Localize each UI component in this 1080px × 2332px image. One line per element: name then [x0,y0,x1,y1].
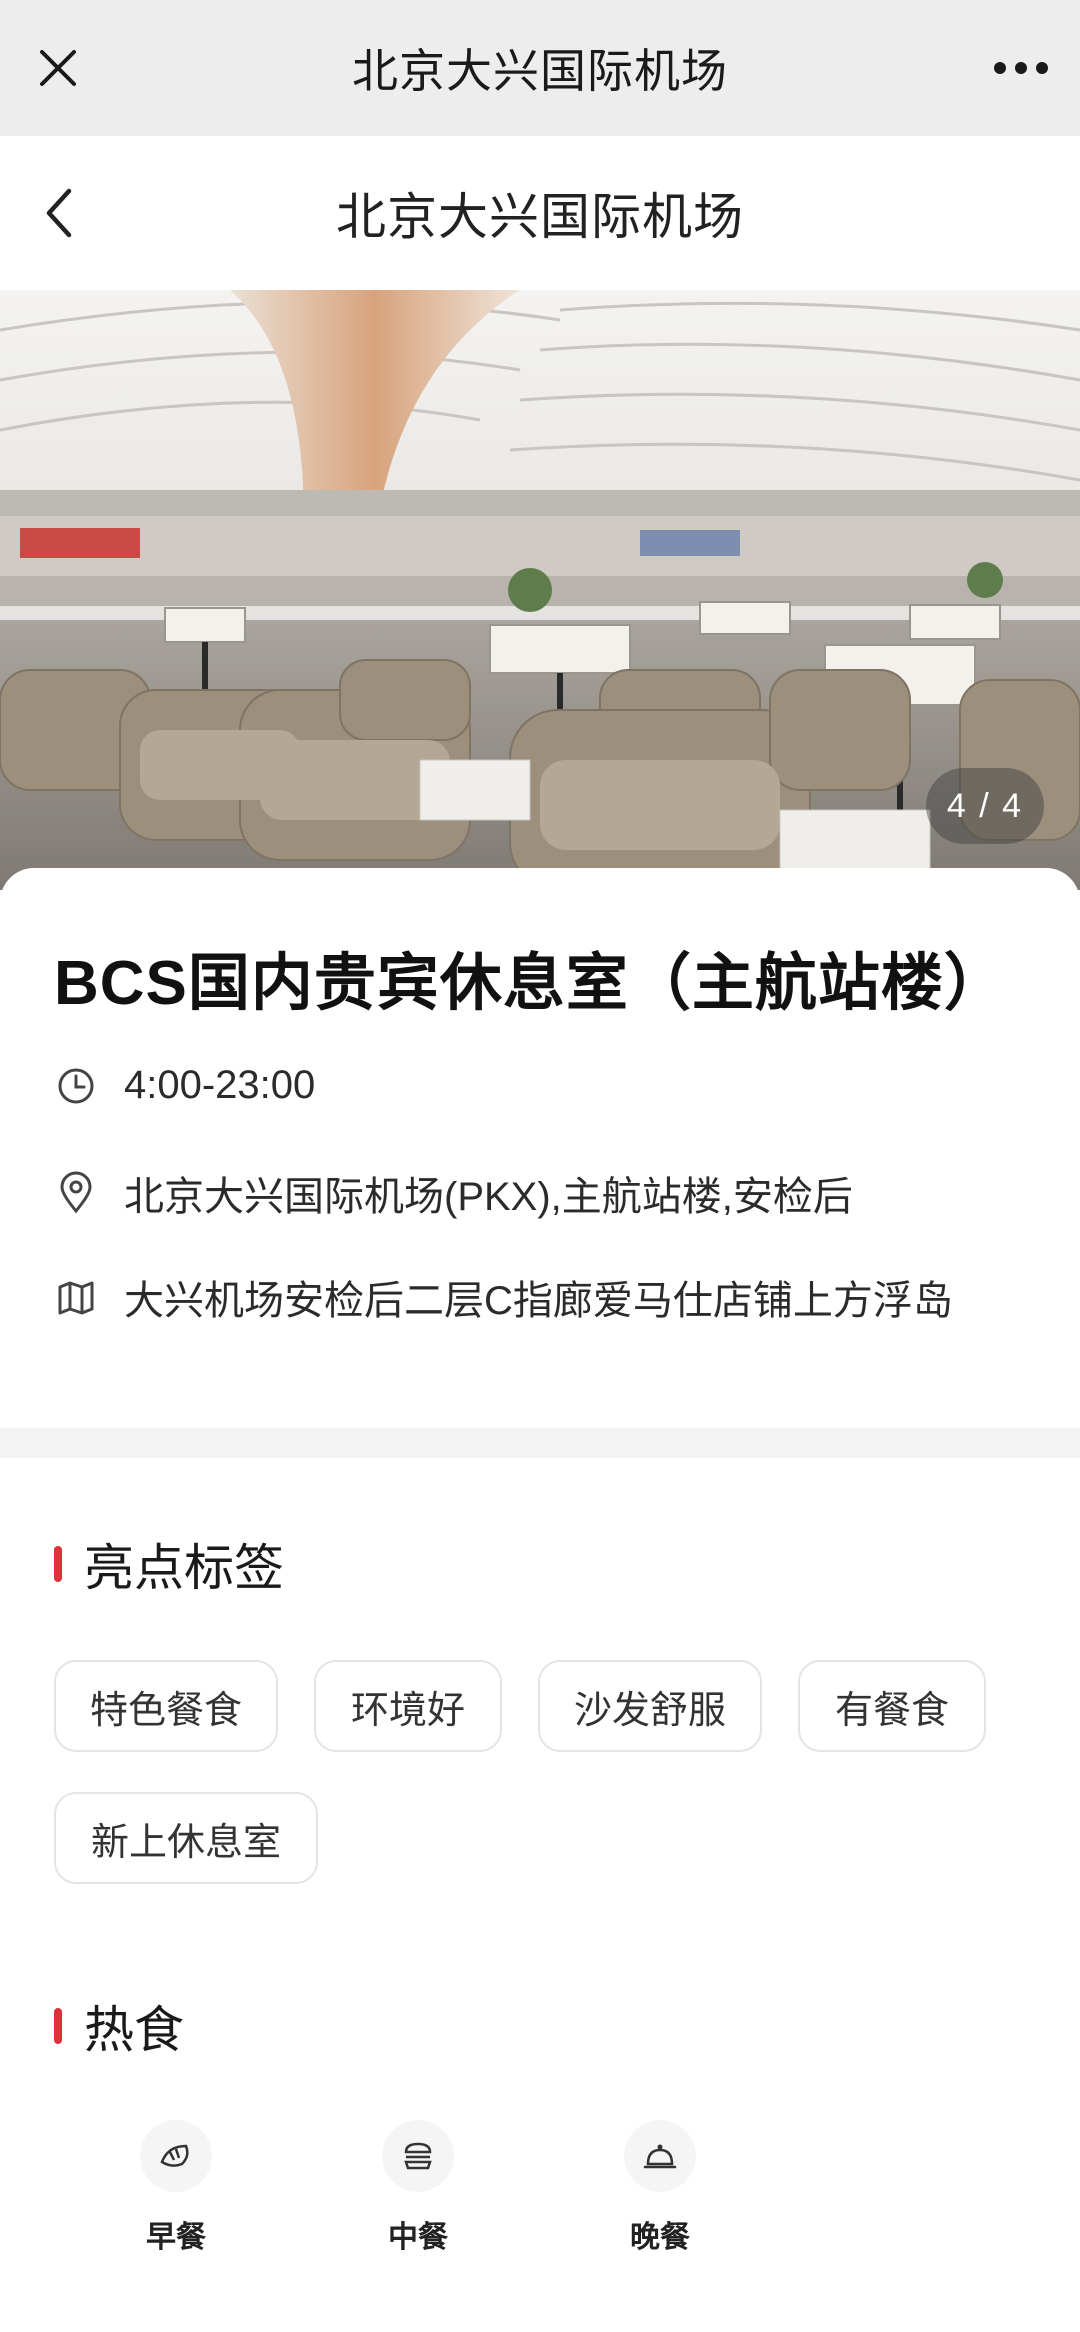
address-row: 北京大兴国际机场(PKX),主航站楼,安检后 [54,1164,853,1222]
page-navbar: 北京大兴国际机场 [0,136,1080,290]
highlights-header: 亮点标签 [54,1528,284,1600]
more-icon [994,62,1048,74]
meal-options: 早餐 中餐 晚餐 [0,2120,1080,2300]
section-accent-bar [54,2008,62,2044]
hours-row: 4:00-23:00 [54,1063,315,1108]
hot-food-header: 热食 [54,1990,184,2062]
location-pin-icon [54,1171,98,1215]
highlight-tag[interactable]: 有餐食 [798,1660,986,1752]
highlights-title: 亮点标签 [84,1540,284,1596]
photo-counter: 4 / 4 [926,768,1044,844]
location-row: 大兴机场安检后二层C指廊爱马仕店铺上方浮岛 [54,1268,953,1326]
back-button[interactable] [28,178,88,248]
map-icon [54,1275,98,1319]
meal-breakfast[interactable]: 早餐 [96,2120,256,2256]
lounge-photo-carousel[interactable]: 4 / 4 [0,290,1080,890]
section-divider [0,1428,1080,1458]
croissant-icon [160,2144,189,2167]
chevron-left-icon [46,188,72,238]
highlight-tag[interactable]: 沙发舒服 [538,1660,762,1752]
burger-icon [404,2142,432,2170]
lounge-photo [0,290,1080,890]
meal-label: 晚餐 [630,2221,690,2254]
meal-label: 早餐 [146,2221,206,2254]
lounge-name: BCS国内贵宾休息室（主航站楼） [54,949,1007,1018]
more-button[interactable] [988,38,1054,98]
lounge-location-detail: 大兴机场安检后二层C指廊爱马仕店铺上方浮岛 [124,1279,953,1323]
clock-icon [54,1064,98,1108]
highlight-tag[interactable]: 环境好 [314,1660,502,1752]
highlight-tag[interactable]: 新上休息室 [54,1792,318,1884]
close-icon [40,50,76,86]
cloche-icon [643,2144,677,2169]
meal-lunch[interactable]: 中餐 [338,2120,498,2256]
lounge-address: 北京大兴国际机场(PKX),主航站楼,安检后 [124,1175,853,1219]
page-title: 北京大兴国际机场 [336,189,744,245]
hot-food-title: 热食 [84,2002,184,2058]
meal-dinner[interactable]: 晚餐 [580,2120,740,2256]
mini-program-title: 北京大兴国际机场 [352,45,728,97]
opening-hours: 4:00-23:00 [124,1063,316,1107]
close-button[interactable] [28,38,88,98]
meal-label: 中餐 [388,2221,448,2254]
highlight-tag[interactable]: 特色餐食 [54,1660,278,1752]
lounge-info-card: BCS国内贵宾休息室（主航站楼） 4:00-23:00 北京大兴国际机场(PKX… [0,868,1080,1428]
section-accent-bar [54,1546,62,1582]
page: 北京大兴国际机场 北京大兴国际机场 4 / 4 BCS国内贵宾休息室（主航站楼）… [0,0,1080,2332]
mini-program-bar: 北京大兴国际机场 [0,0,1080,136]
